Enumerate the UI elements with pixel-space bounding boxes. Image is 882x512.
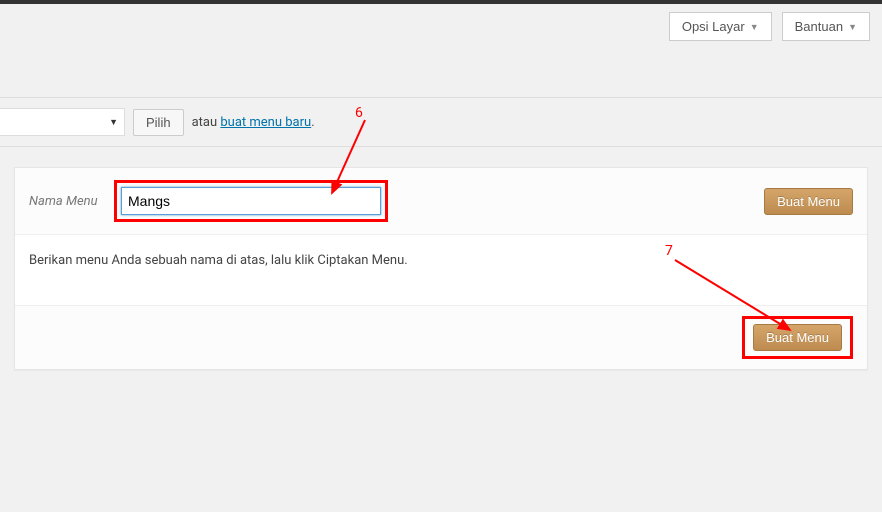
help-label: Bantuan — [795, 19, 843, 34]
dropdown-triangle-icon: ▼ — [109, 117, 118, 128]
dropdown-triangle-icon: ▼ — [848, 22, 857, 32]
create-menu-button-top[interactable]: Buat Menu — [764, 188, 853, 215]
menu-edit-panel: Nama Menu Buat Menu Berikan menu Anda se… — [14, 167, 868, 370]
menu-name-input[interactable] — [121, 187, 381, 215]
menu-panel-body: Berikan menu Anda sebuah nama di atas, l… — [15, 235, 867, 305]
menu-panel-header: Nama Menu Buat Menu — [15, 168, 867, 235]
annotation-box-7: Buat Menu — [742, 316, 853, 359]
create-new-menu-link[interactable]: buat menu baru — [220, 115, 311, 130]
or-text: atau buat menu baru. — [192, 115, 315, 130]
menu-instruction-text: Berikan menu Anda sebuah nama di atas, l… — [29, 253, 408, 268]
help-button[interactable]: Bantuan ▼ — [782, 12, 870, 41]
menu-select-dropdown[interactable]: ▼ — [0, 108, 125, 136]
create-menu-button-bottom[interactable]: Buat Menu — [753, 324, 842, 351]
screen-options-label: Opsi Layar — [682, 19, 745, 34]
header-controls: Opsi Layar ▼ Bantuan ▼ — [0, 4, 882, 49]
menu-select-row: ▼ Pilih atau buat menu baru. — [0, 97, 882, 147]
select-button[interactable]: Pilih — [133, 109, 184, 136]
menu-panel-footer: Buat Menu — [15, 305, 867, 369]
screen-options-button[interactable]: Opsi Layar ▼ — [669, 12, 772, 41]
dropdown-triangle-icon: ▼ — [750, 22, 759, 32]
annotation-box-6 — [114, 180, 388, 222]
menu-name-label: Nama Menu — [29, 194, 104, 209]
